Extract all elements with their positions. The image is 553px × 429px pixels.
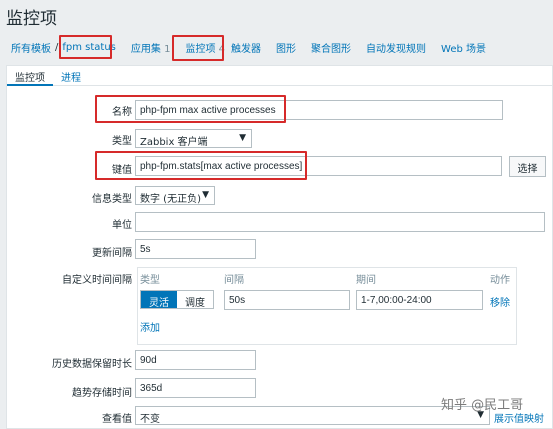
add-interval-link[interactable]: 添加 (140, 319, 160, 334)
tab-applications[interactable]: 应用集 1 (131, 40, 171, 55)
flexible-button[interactable]: 灵活 (141, 291, 177, 309)
tab-screens[interactable]: 聚合图形 (311, 40, 351, 55)
interval-input[interactable] (135, 239, 256, 259)
tab-discovery[interactable]: 自动发现规则 (366, 40, 426, 55)
type-select-value: Zabbix 客户端 (140, 137, 208, 148)
scheduling-button[interactable]: 调度 (177, 291, 213, 309)
history-input[interactable] (135, 350, 256, 370)
history-label: 历史数据保留时长 (52, 359, 132, 370)
col-action: 动作 (490, 275, 510, 286)
info-type-select[interactable]: 数字 (无正负) ▼ (135, 186, 215, 205)
interval-label: 更新间隔 (92, 248, 132, 259)
highlight-key (95, 151, 307, 180)
form-tabs: 监控项 进程 (7, 66, 552, 86)
page-title: 监控项 (6, 9, 57, 29)
tab-item[interactable]: 监控项 (7, 66, 53, 86)
applications-count: 1 (164, 43, 171, 55)
custom-intervals-label: 自定义时间间隔 (62, 275, 132, 286)
chevron-down-icon: ▼ (202, 190, 209, 200)
watermark: 知乎 @民工哥 (441, 398, 524, 413)
tab-web[interactable]: Web 场景 (441, 40, 486, 55)
highlight-items-tab (172, 35, 224, 61)
info-type-select-value: 数字 (无正负) (140, 194, 201, 205)
flex-period-input[interactable] (356, 290, 483, 310)
breadcrumb-all-templates[interactable]: 所有模板 (11, 40, 51, 55)
interval-type-toggle: 灵活 调度 (140, 290, 214, 309)
show-value-label: 查看值 (102, 414, 132, 425)
units-input[interactable] (135, 212, 545, 232)
highlight-host (59, 35, 112, 59)
select-key-button[interactable]: 选择 (509, 156, 546, 177)
type-select[interactable]: Zabbix 客户端 ▼ (135, 129, 252, 148)
chevron-down-icon: ▼ (239, 133, 246, 143)
type-label: 类型 (112, 136, 132, 147)
tab-preprocessing[interactable]: 进程 (53, 66, 89, 86)
trends-input[interactable] (135, 378, 256, 398)
tab-applications-label: 应用集 (130, 43, 161, 55)
tab-triggers[interactable]: 触发器 (231, 40, 261, 55)
custom-intervals-table: 类型 间隔 期间 动作 灵活 调度 移除 添加 (137, 267, 517, 345)
col-type: 类型 (140, 275, 160, 286)
units-label: 单位 (112, 220, 132, 231)
flex-interval-input[interactable] (224, 290, 350, 310)
breadcrumb-separator: / (55, 41, 59, 53)
trends-label: 趋势存储时间 (72, 388, 132, 399)
tab-graphs[interactable]: 图形 (276, 40, 296, 55)
highlight-name (95, 95, 286, 123)
remove-interval-link[interactable]: 移除 (490, 294, 510, 309)
col-period: 期间 (356, 275, 376, 286)
col-interval: 间隔 (224, 275, 244, 286)
show-value-select-value: 不变 (140, 414, 160, 425)
info-type-label: 信息类型 (92, 194, 132, 205)
show-value-select[interactable]: 不变 ▼ (135, 406, 490, 425)
